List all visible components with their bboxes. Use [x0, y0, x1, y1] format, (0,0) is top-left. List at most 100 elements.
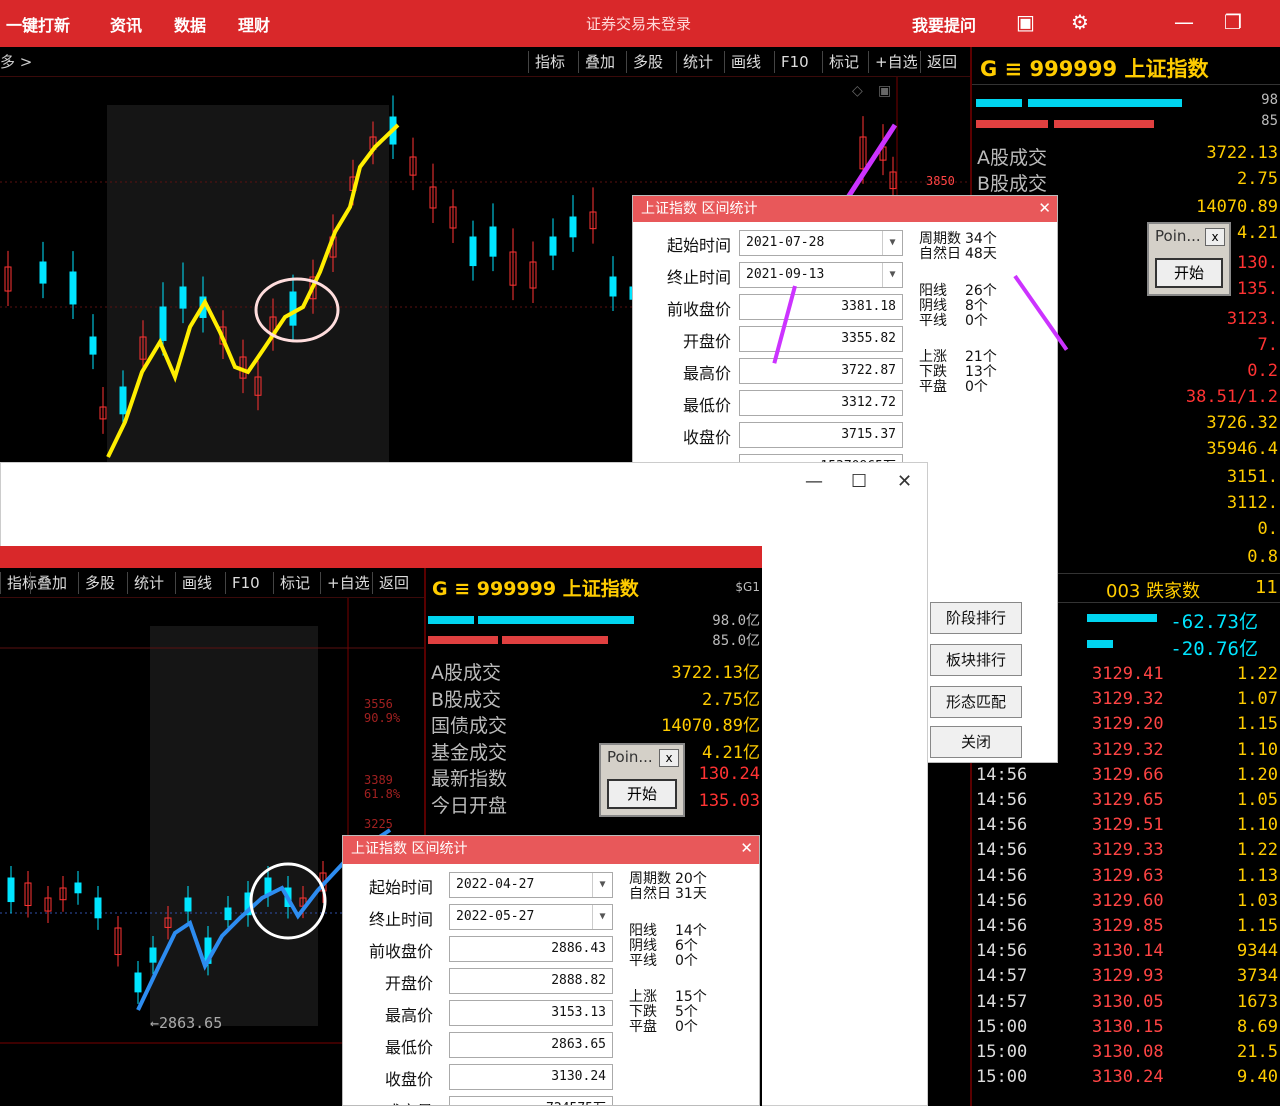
quote-value: 3722.13亿	[671, 663, 760, 683]
maximize-icon[interactable]: ☐	[851, 471, 867, 492]
tick-price: 3129.32	[1092, 739, 1164, 760]
field-value: 3355.82	[841, 331, 896, 346]
login-status[interactable]: 证券交易未登录	[586, 13, 691, 34]
tick-price: 3129.60	[1092, 890, 1164, 911]
level-label-5: 3225	[364, 817, 393, 831]
chevron-down-icon[interactable]: ▼	[592, 873, 612, 897]
quote-value: 130.	[1237, 253, 1278, 273]
more-link[interactable]: 多 >	[0, 51, 32, 72]
stat-label: 平盘	[919, 379, 947, 395]
tick-volume: 1.03	[1237, 890, 1278, 911]
tick-volume: 1673	[1237, 991, 1278, 1012]
w2-mark-button[interactable]: 标记	[273, 572, 316, 594]
tick-row: 14:56 3129.33 1.22	[974, 840, 1280, 865]
field-label: 起始时间	[666, 236, 731, 255]
value-field: 3722.87	[739, 358, 903, 384]
quote-label: B股成交	[431, 688, 502, 711]
toolbar-f10-button[interactable]: F10	[774, 51, 815, 73]
quote-value: 0.8	[1247, 547, 1278, 567]
field-label: 开盘价	[384, 974, 433, 993]
quote-value: 0.2	[1247, 361, 1278, 381]
stage-rank-button[interactable]: 阶段排行	[930, 602, 1022, 634]
minimize-icon[interactable]: —	[1174, 10, 1194, 34]
tick-time: 14:57	[976, 991, 1028, 1012]
field-label: 收盘价	[682, 428, 731, 447]
fall-count-label: 003 跌家数	[1106, 581, 1201, 602]
w2-stats-button[interactable]: 统计	[127, 572, 170, 594]
sector-rank-button[interactable]: 板块排行	[930, 644, 1022, 676]
w2-draw-button[interactable]: 画线	[175, 572, 218, 594]
quote-label: 基金成交	[431, 741, 508, 764]
value-field: 2886.43	[449, 936, 613, 962]
close-icon[interactable]: ✕	[897, 471, 912, 492]
stat-label: 平线	[919, 313, 947, 329]
tick-price: 3129.65	[1092, 790, 1164, 810]
candle	[89, 336, 97, 355]
menu-item-data[interactable]: 数据	[174, 12, 206, 36]
stat-value: 6个	[675, 938, 698, 954]
tick-time: 14:56	[976, 790, 1028, 810]
toolbar-draw-button[interactable]: 画线	[724, 51, 767, 73]
date-combo[interactable]: 2021-09-13 ▼	[739, 262, 903, 288]
close-button[interactable]: 关闭	[930, 726, 1022, 758]
w2-multi-button[interactable]: 多股	[78, 572, 121, 594]
toolbar-back-button[interactable]: 返回	[920, 51, 963, 73]
flow-value-1: -62.73亿	[1170, 611, 1258, 633]
stat-label: 自然日	[919, 246, 961, 262]
field-value: 3130.24	[551, 1069, 606, 1084]
date-combo[interactable]: 2021-07-28 ▼	[739, 230, 903, 256]
stat-label: 上涨	[919, 349, 947, 365]
value-field: 3381.18	[739, 294, 903, 320]
field-value: 3153.13	[551, 1005, 606, 1020]
poin-start-button[interactable]: 开始	[1155, 258, 1223, 288]
level-label-2: 90.9%	[364, 711, 401, 725]
toolbar-multi-stock-button[interactable]: 多股	[626, 51, 669, 73]
toolbar-mark-button[interactable]: 标记	[822, 51, 865, 73]
cube-icon[interactable]: ▣	[1016, 10, 1035, 34]
poin-close-button[interactable]: x	[1205, 228, 1225, 246]
date-combo[interactable]: 2022-05-27 ▼	[449, 904, 613, 930]
quote-value: 130.24	[698, 764, 760, 784]
field-label: 收盘价	[384, 1070, 433, 1089]
menu-item-finance[interactable]: 理财	[238, 12, 270, 36]
stat-value: 26个	[965, 283, 997, 299]
tick-time: 14:56	[976, 815, 1028, 836]
poin-close-button[interactable]: x	[659, 749, 679, 767]
stat-value: 14个	[675, 923, 707, 939]
toolbar-indicator-button[interactable]: 指标	[528, 51, 571, 73]
restore-icon[interactable]: ❐	[1224, 10, 1242, 34]
quote-label: 国债成交	[431, 715, 508, 737]
w2-back-button[interactable]: 返回	[372, 572, 415, 594]
toolbar-watchlist-button[interactable]: +自选	[868, 51, 924, 73]
quote-value: 7.	[1257, 335, 1278, 355]
stat-label: 周期数	[629, 871, 671, 887]
toolbar-overlay-button[interactable]: 叠加	[578, 51, 621, 73]
menu-item-news[interactable]: 资讯	[110, 12, 142, 36]
selected-range-shade	[107, 105, 389, 462]
value-field: 2888.82	[449, 968, 613, 994]
pattern-match-button[interactable]: 形态匹配	[930, 686, 1022, 718]
w2-watchlist-button[interactable]: +自选	[320, 572, 376, 594]
close-icon[interactable]: ✕	[1038, 199, 1051, 217]
toolbar-stats-button[interactable]: 统计	[676, 51, 719, 73]
chevron-down-icon[interactable]: ▼	[592, 905, 612, 929]
chevron-down-icon[interactable]: ▼	[882, 231, 902, 255]
poin-start-button[interactable]: 开始	[607, 779, 677, 809]
date-combo[interactable]: 2022-04-27 ▼	[449, 872, 613, 898]
tick-time: 15:00	[976, 1067, 1028, 1088]
field-label: 开盘价	[682, 332, 731, 351]
close-icon[interactable]: ✕	[740, 839, 753, 857]
gear-icon[interactable]: ⚙	[1071, 10, 1089, 34]
candle	[7, 877, 15, 903]
w2-overlay-button[interactable]: 叠加	[30, 572, 73, 594]
tick-row: 14:56 3130.14 9344	[974, 941, 1280, 966]
value-field: 3715.37	[739, 422, 903, 448]
chevron-down-icon[interactable]: ▼	[882, 263, 902, 287]
menu-item-quick-ipo[interactable]: 一键打新	[6, 12, 70, 36]
w2-f10-button[interactable]: F10	[225, 572, 266, 594]
minimize-icon[interactable]: —	[805, 471, 823, 492]
poin-title: Poin...	[607, 748, 653, 766]
code-prefix: G ≡	[980, 57, 1023, 81]
ask-question-link[interactable]: 我要提问	[912, 12, 976, 36]
tick-row: 14:57 3129.93 3734	[974, 966, 1280, 991]
